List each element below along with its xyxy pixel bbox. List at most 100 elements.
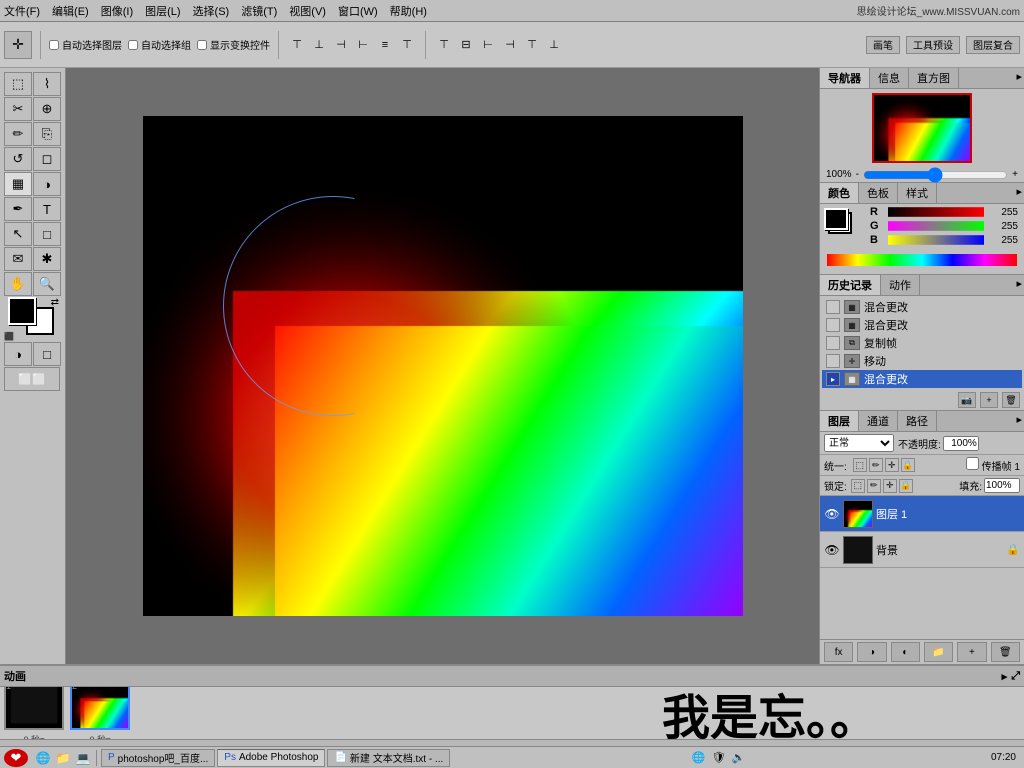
layer-style-btn[interactable]: fx [824, 642, 853, 662]
menu-item-view[interactable]: 视图(V) [289, 3, 326, 19]
tab-info[interactable]: 信息 [870, 68, 909, 88]
fg-color-swatch[interactable] [8, 297, 36, 325]
clone-tool[interactable]: ⎘ [33, 122, 61, 146]
propagate-checkbox[interactable] [966, 457, 979, 470]
dodge-tool[interactable]: ◑ [33, 172, 61, 196]
auto-select-layer-checkbox[interactable] [49, 40, 59, 50]
zoom-slider[interactable] [863, 171, 1008, 179]
dist-bottom-icon[interactable]: ⊢ [478, 35, 498, 55]
lock-icon-2b[interactable]: ✏ [867, 479, 881, 493]
tab-actions[interactable]: 动作 [881, 275, 920, 295]
lock-all-icon[interactable]: 🔒 [901, 458, 915, 472]
layer-mask-btn[interactable]: ◑ [857, 642, 886, 662]
history-item-4[interactable]: ▸ ▦ 混合更改 [822, 370, 1022, 388]
lock-transparent-icon[interactable]: ⬚ [853, 458, 867, 472]
layers-menu-icon[interactable]: ▸ [1014, 411, 1024, 431]
history-menu-icon[interactable]: ▸ [1014, 275, 1024, 295]
color-fg-preview[interactable] [824, 208, 848, 230]
menu-item-image[interactable]: 图像(I) [101, 3, 133, 19]
menu-item-filter[interactable]: 滤镜(T) [241, 3, 277, 19]
layer-group-btn[interactable]: 📁 [924, 642, 953, 662]
tab-paths[interactable]: 路径 [898, 411, 937, 431]
layer-comp-tab[interactable]: 图层复合 [966, 36, 1020, 54]
history-delete-btn[interactable]: 🗑 [1002, 392, 1020, 408]
quicklaunch-3[interactable]: 💻 [74, 749, 92, 767]
lock-icon-2d[interactable]: 🔒 [899, 479, 913, 493]
screen-mode-icon[interactable]: ⬜⬜ [4, 367, 60, 391]
dist-center-icon[interactable]: ⊤ [522, 35, 542, 55]
anim-resize-icon[interactable]: ⤢ [1011, 670, 1020, 683]
history-item-0[interactable]: ▦ 混合更改 [822, 298, 1022, 316]
dist-middle-icon[interactable]: ⊟ [456, 35, 476, 55]
lock-icon-2c[interactable]: ✛ [883, 479, 897, 493]
swap-colors-icon[interactable]: ⇄ [51, 297, 59, 308]
tab-swatches[interactable]: 色板 [859, 183, 898, 203]
layer-vis-0[interactable]: 👁 [824, 506, 840, 522]
tab-history[interactable]: 历史记录 [820, 275, 881, 295]
marquee-tool[interactable]: ⬚ [4, 72, 32, 96]
zoom-plus-icon[interactable]: + [1012, 169, 1018, 180]
fill-input[interactable] [984, 478, 1020, 493]
history-snapshot-btn[interactable]: 📷 [958, 392, 976, 408]
brush-tool[interactable]: ✏ [4, 122, 32, 146]
anim-frame-1[interactable]: 2 0 秒▾ [70, 687, 130, 739]
eyedropper-tool[interactable]: ✱ [33, 247, 61, 271]
notes-tool[interactable]: ✉ [4, 247, 32, 271]
lock-icon-2a[interactable]: ⬚ [851, 479, 865, 493]
brush-panel-tab[interactable]: 画笔 [866, 36, 900, 54]
align-left-icon[interactable]: ⊢ [353, 35, 373, 55]
show-transform-checkbox[interactable] [197, 40, 207, 50]
tab-navigator[interactable]: 导航器 [820, 68, 870, 88]
history-item-1[interactable]: ▦ 混合更改 [822, 316, 1022, 334]
layer-vis-1[interactable]: 👁 [824, 542, 840, 558]
anim-frame-0[interactable]: 1 0 秒▾ [4, 687, 64, 739]
history-item-3[interactable]: ✛ 移动 [822, 352, 1022, 370]
eraser-tool[interactable]: ◻ [33, 147, 61, 171]
quicklaunch-2[interactable]: 📁 [54, 749, 72, 767]
std-mode-icon[interactable]: □ [33, 342, 61, 366]
history-brush-tool[interactable]: ↺ [4, 147, 32, 171]
menu-item-help[interactable]: 帮助(H) [390, 3, 427, 19]
layer-item-0[interactable]: 👁 图层 1 [820, 496, 1024, 532]
menu-item-file[interactable]: 文件(F) [4, 3, 40, 19]
align-center-icon[interactable]: ≡ [375, 35, 395, 55]
shape-tool[interactable]: □ [33, 222, 61, 246]
zoom-tool[interactable]: 🔍 [33, 272, 61, 296]
taskbar-photoshop[interactable]: Ps Adobe Photoshop [217, 749, 325, 767]
quicklaunch-ie[interactable]: 🌐 [34, 749, 52, 767]
layer-item-1[interactable]: 👁 背景 🔒 [820, 532, 1024, 568]
tab-color[interactable]: 颜色 [820, 183, 859, 203]
dist-right-icon[interactable]: ⊥ [544, 35, 564, 55]
dist-left-icon[interactable]: ⊣ [500, 35, 520, 55]
auto-select-group-checkbox[interactable] [128, 40, 138, 50]
hand-tool[interactable]: ✋ [4, 272, 32, 296]
type-tool[interactable]: T [33, 197, 61, 221]
align-bottom-icon[interactable]: ⊣ [331, 35, 351, 55]
tab-styles[interactable]: 样式 [898, 183, 937, 203]
zoom-minus-icon[interactable]: - [856, 169, 859, 180]
layer-new-btn[interactable]: + [957, 642, 986, 662]
tab-layers[interactable]: 图层 [820, 411, 859, 431]
select-tool[interactable]: ↖ [4, 222, 32, 246]
taskbar-photoshop-bbs[interactable]: P photoshop吧_百度... [101, 749, 215, 767]
menu-item-window[interactable]: 窗口(W) [338, 3, 378, 19]
menu-item-edit[interactable]: 编辑(E) [52, 3, 89, 19]
gradient-tool[interactable]: ▦ [4, 172, 32, 196]
layer-adj-btn[interactable]: ◐ [891, 642, 920, 662]
menu-item-select[interactable]: 选择(S) [193, 3, 230, 19]
quick-mask-icon[interactable]: ◑ [4, 342, 32, 366]
color-menu-icon[interactable]: ▸ [1014, 183, 1024, 203]
history-new-btn[interactable]: + [980, 392, 998, 408]
move-tool-btn[interactable]: ✛ [4, 31, 32, 59]
crop-tool[interactable]: ✂ [4, 97, 32, 121]
blend-mode-select[interactable]: 正常 [824, 434, 894, 452]
tab-histogram[interactable]: 直方图 [909, 68, 959, 88]
lock-move-icon[interactable]: ✛ [885, 458, 899, 472]
align-right-icon[interactable]: ⊤ [397, 35, 417, 55]
tool-preset-tab[interactable]: 工具预设 [906, 36, 960, 54]
taskbar-notepad[interactable]: 📄 新建 文本文档.txt - ... [327, 749, 450, 767]
nav-menu-icon[interactable]: ▸ [1014, 68, 1024, 88]
spot-heal-tool[interactable]: ⊕ [33, 97, 61, 121]
lock-paint-icon[interactable]: ✏ [869, 458, 883, 472]
menu-item-layer[interactable]: 图层(L) [145, 3, 180, 19]
